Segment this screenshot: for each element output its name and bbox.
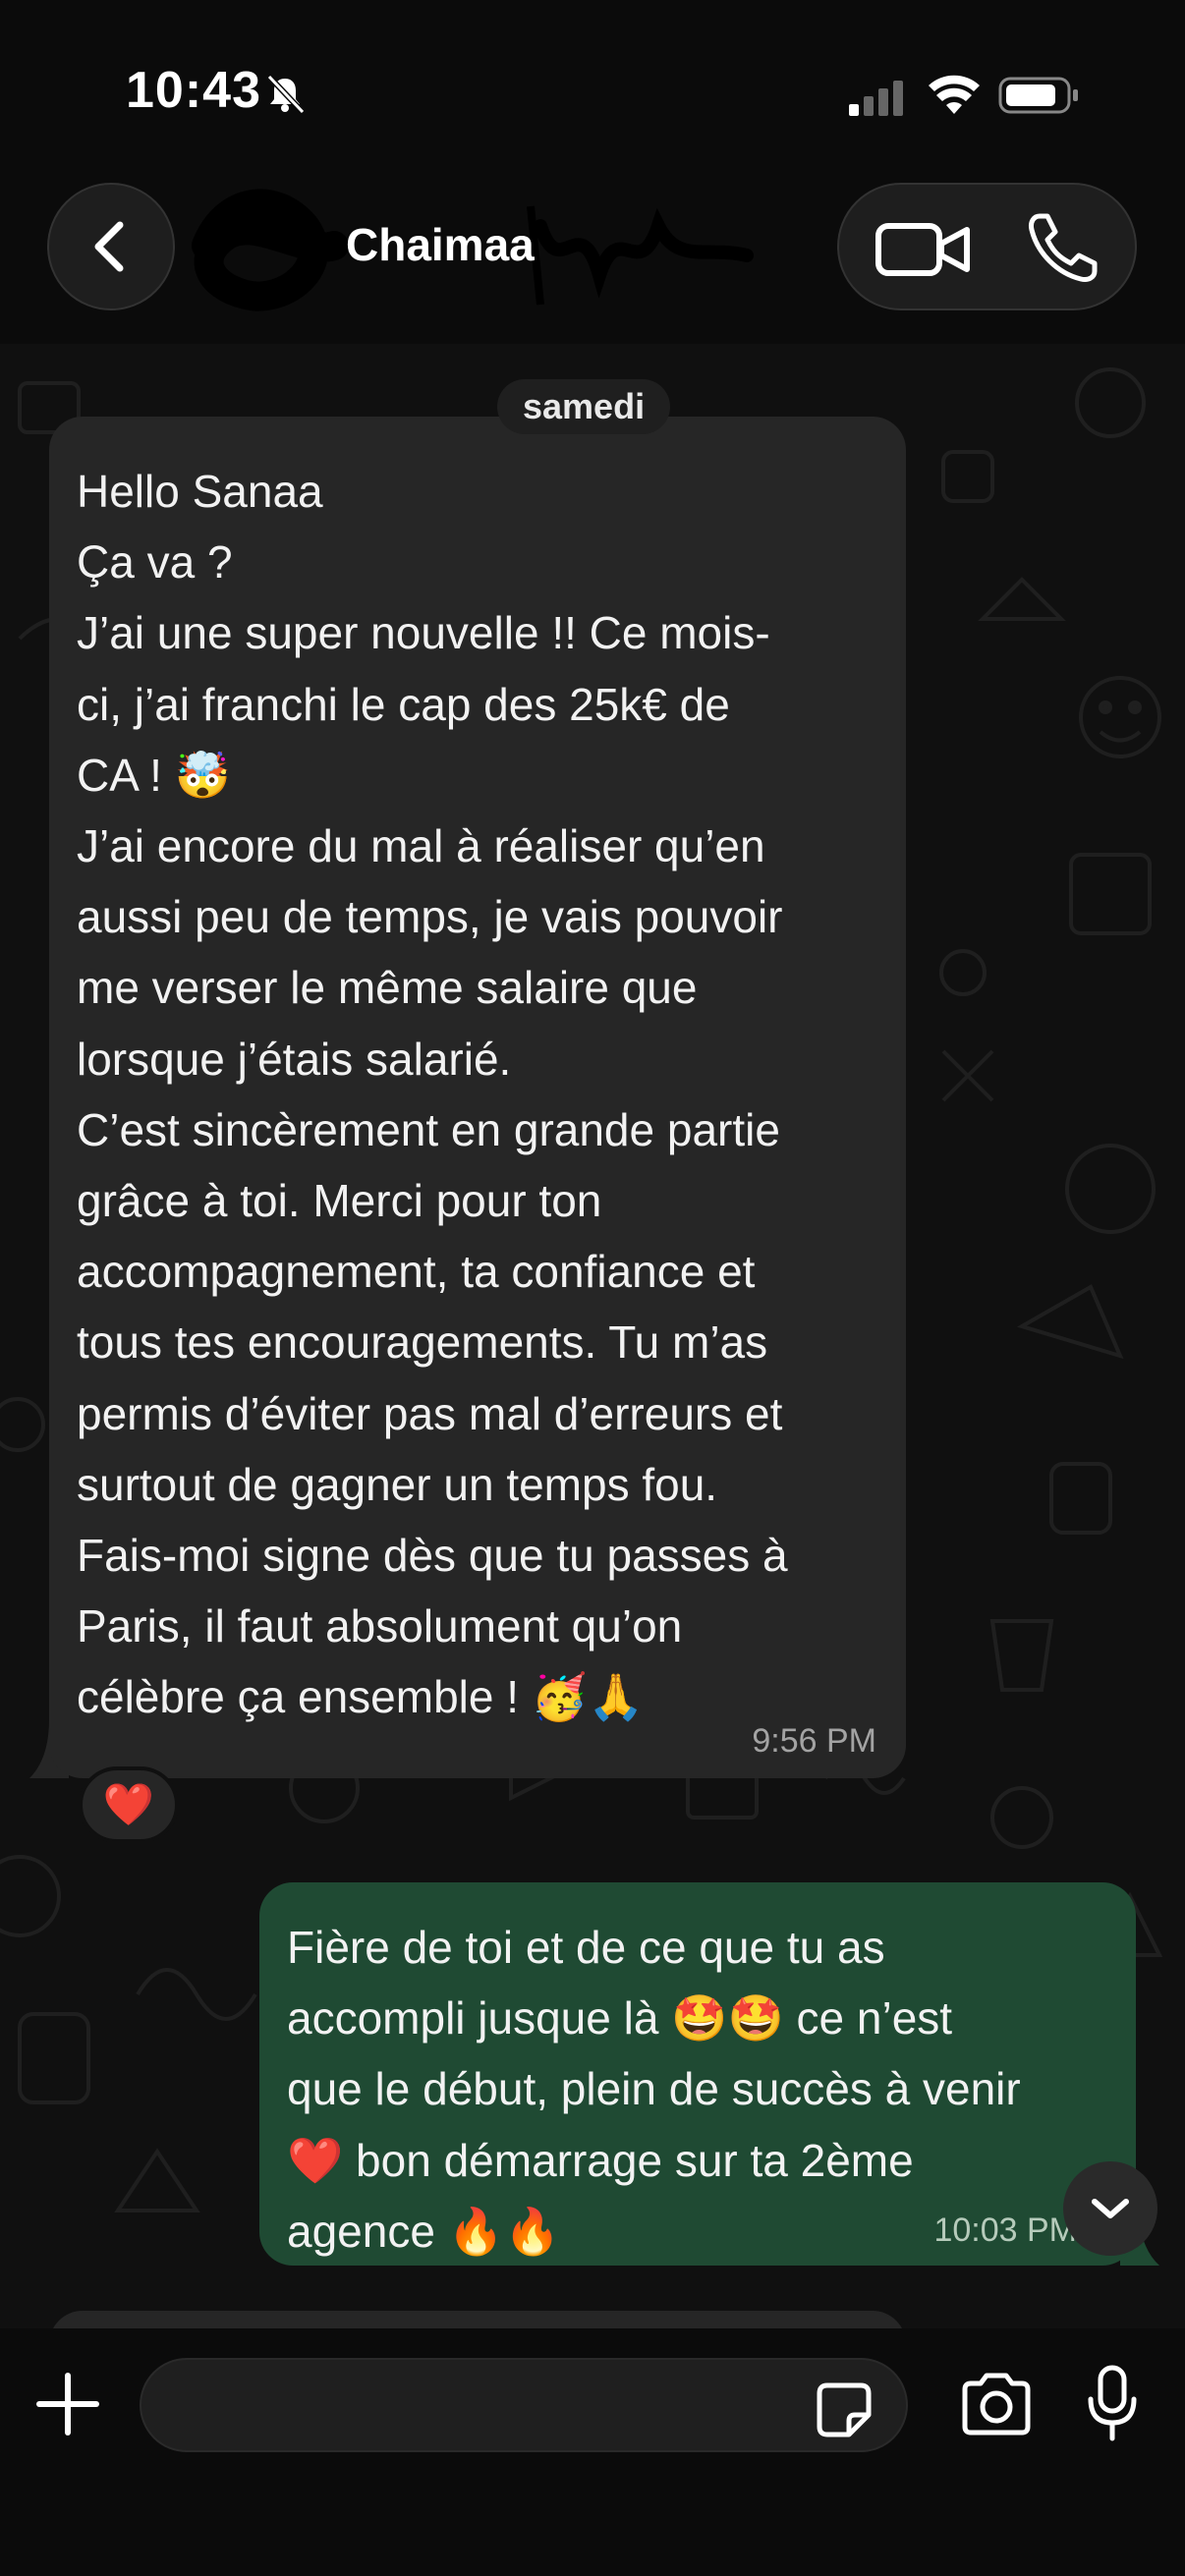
- video-call-button[interactable]: [875, 214, 973, 283]
- message-line: grâce à toi. Merci pour ton: [77, 1175, 602, 1227]
- contact-name[interactable]: Chaimaa: [346, 218, 535, 271]
- incoming-message-time: 9:56 PM: [752, 1722, 876, 1760]
- message-line: J’ai une super nouvelle !! Ce mois-: [77, 607, 770, 659]
- sticker-button[interactable]: [816, 2381, 873, 2438]
- status-time: 10:43: [126, 62, 261, 119]
- message-line: Ça va ?: [77, 536, 233, 588]
- message-line: ❤️ bon démarrage sur ta 2ème: [287, 2134, 914, 2186]
- message-line: que le début, plein de succès à venir: [287, 2063, 1021, 2115]
- date-separator: samedi: [497, 379, 671, 434]
- message-line: tous tes encouragements. Tu m’as: [77, 1316, 768, 1369]
- call-actions: [837, 183, 1137, 310]
- message-input[interactable]: [140, 2358, 908, 2452]
- chat-area[interactable]: samedi Hello Sanaa Ça va ? J’ai une supe…: [0, 344, 1185, 2328]
- signal-icon: [849, 81, 903, 116]
- outgoing-message-bubble[interactable]: Fière de toi et de ce que tu as accompli…: [259, 1882, 1136, 2266]
- wifi-icon: [929, 75, 980, 114]
- message-line: permis d’éviter pas mal d’erreurs et: [77, 1387, 783, 1439]
- chat-header: Chaimaa: [0, 157, 1185, 344]
- incoming-message-bubble[interactable]: Hello Sanaa Ça va ? J’ai une super nouve…: [49, 417, 906, 1778]
- back-button[interactable]: [47, 183, 175, 310]
- camera-button[interactable]: [959, 2372, 1034, 2436]
- message-line: Fière de toi et de ce que tu as: [287, 1922, 885, 1973]
- partial-message-bubble: [49, 2311, 906, 2328]
- message-line: CA ! 🤯: [77, 749, 231, 801]
- message-composer: [0, 2328, 1185, 2576]
- message-line: accompagnement, ta confiance et: [77, 1246, 756, 1298]
- message-line: lorsque j’étais salarié.: [77, 1033, 512, 1085]
- message-line: Paris, il faut absolument qu’on: [77, 1600, 683, 1652]
- message-line: accompli jusque là 🤩🤩 ce n’est: [287, 1992, 953, 2044]
- message-line: aussi peu de temps, je vais pouvoir: [77, 891, 783, 943]
- heart-reaction[interactable]: ❤️: [79, 1766, 179, 1843]
- message-line: ci, j’ai franchi le cap des 25k€ de: [77, 678, 730, 730]
- heart-reaction-emoji: ❤️: [102, 1780, 155, 1828]
- chevron-down-icon: [1092, 2199, 1129, 2218]
- attach-plus-button[interactable]: [35, 2372, 100, 2436]
- chevron-left-icon: [94, 221, 124, 272]
- incoming-message-text: Hello Sanaa Ça va ? J’ai une super nouve…: [77, 456, 878, 1733]
- message-line: Hello Sanaa: [77, 466, 323, 517]
- bell-muted-icon: [266, 74, 306, 115]
- message-line: surtout de gagner un temps fou.: [77, 1458, 718, 1510]
- battery-icon: [998, 77, 1078, 114]
- message-line: J’ai encore du mal à réaliser qu’en: [77, 820, 765, 872]
- microphone-button[interactable]: [1085, 2364, 1140, 2442]
- message-line: C’est sincèrement en grande partie: [77, 1103, 780, 1155]
- status-bar: 10:43: [0, 0, 1185, 177]
- scroll-to-bottom-button[interactable]: [1063, 2161, 1157, 2256]
- phone-call-button[interactable]: [1026, 210, 1100, 285]
- outgoing-message-time: 10:03 PM: [933, 2212, 1077, 2249]
- message-line: Fais-moi signe dès que tu passes à: [77, 1530, 788, 1582]
- message-line: me verser le même salaire que: [77, 962, 698, 1014]
